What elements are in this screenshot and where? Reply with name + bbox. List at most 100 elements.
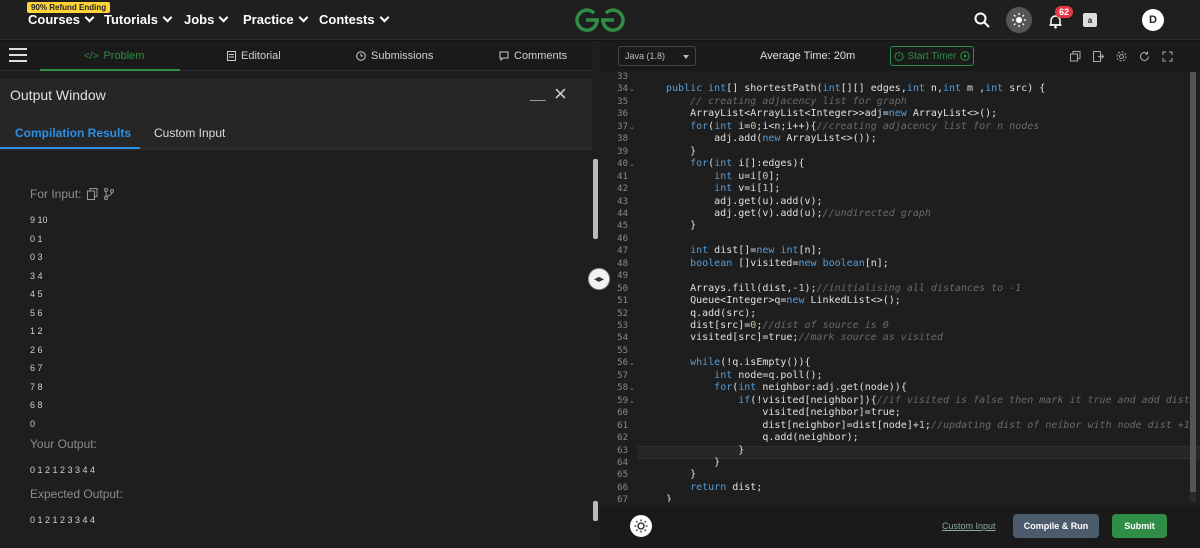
tab-editorial[interactable]: Editorial [227,50,281,62]
nav-jobs[interactable]: Jobs [184,12,229,27]
input-line: 6 7 [30,363,43,373]
line-number: 48 [617,258,628,269]
line-number: 42 [617,184,628,195]
line-number: 65 [617,470,628,481]
branch-icon[interactable] [104,188,115,200]
nav-contests[interactable]: Contests [319,12,390,27]
code-line[interactable]: } [666,220,696,231]
scroll-thumb[interactable] [593,159,598,239]
fold-chevron-icon[interactable]: ⌄ [629,359,635,367]
output-window-title: Output Window [10,87,106,103]
tab-comments[interactable]: Comments [499,50,567,62]
code-line[interactable]: } [666,445,744,456]
nav-courses[interactable]: Courses [28,12,95,27]
translate-icon[interactable]: a [1083,13,1097,27]
for-input-label: For Input: [30,187,82,201]
lightbulb-icon[interactable] [630,515,652,537]
expected-output-value: 0 1 2 1 2 3 3 4 4 [30,515,96,525]
input-line: 1 2 [30,326,43,336]
tab-compilation-results[interactable]: Compilation Results [15,126,131,140]
fold-chevron-icon[interactable]: ⌄ [629,85,635,93]
scroll-thumb[interactable] [593,501,598,521]
start-timer-button[interactable]: Start Timer [890,46,974,66]
code-line[interactable]: for(int neighbor:adj.get(node)){ [666,382,907,393]
code-line[interactable]: int v=i[1]; [666,183,780,194]
close-icon[interactable]: × [554,81,567,107]
input-line: 6 8 [30,400,43,410]
code-line[interactable]: // creating adjacency list for graph [666,96,907,107]
avatar[interactable]: D [1142,9,1164,31]
nav-tutorials[interactable]: Tutorials [104,12,173,27]
custom-input-link[interactable]: Custom Input [942,521,996,531]
scroll-thumb[interactable] [1190,72,1196,492]
code-line[interactable]: boolean []visited=new boolean[n]; [666,258,889,269]
line-number: 66 [617,482,628,493]
line-number: 45 [617,221,628,232]
tab-custom-input[interactable]: Custom Input [154,126,225,140]
export-icon[interactable] [1093,49,1105,62]
fold-chevron-icon[interactable]: ⌄ [629,397,635,405]
tab-problem[interactable]: </> Problem [84,50,144,62]
submit-button[interactable]: Submit [1112,514,1167,538]
nav-practice[interactable]: Practice [243,12,309,27]
reset-icon[interactable] [1139,49,1150,61]
theme-toggle-icon[interactable] [1006,7,1032,33]
copy-icon[interactable] [87,188,98,200]
settings-icon[interactable] [1116,49,1127,62]
line-number: 52 [617,308,628,319]
editor-bottom-bar: Custom Input Compile & Run Submit [600,506,1200,548]
minimize-icon[interactable]: __ [530,85,546,101]
copy-code-icon[interactable] [1070,49,1081,62]
line-number: 43 [617,196,628,207]
code-line[interactable]: public int[] shortestPath(int[][] edges,… [666,83,1045,94]
code-line[interactable]: if(!visited[neighbor]){//if visited is f… [666,395,1190,406]
input-line: 2 6 [30,345,43,355]
code-line[interactable]: dist[src]=0;//dist of source is 0 [666,320,889,331]
start-timer-label: Start Timer [907,50,957,62]
comment-icon [499,51,509,61]
code-line[interactable]: } [666,469,696,480]
code-line[interactable]: for(int i=0;i<n;i++){//creating adjacenc… [666,121,1039,132]
code-line[interactable]: while(!q.isEmpty()){ [666,357,810,368]
code-line[interactable]: adj.get(v).add(u);//undirected graph [666,208,931,219]
editor-scrollbar[interactable] [1190,72,1196,502]
code-line[interactable]: dist[neighbor]=dist[node]+1;//updating d… [666,420,1190,431]
code-line[interactable]: int node=q.poll(); [666,370,822,381]
code-line[interactable]: Queue<Integer>q=new LinkedList<>(); [666,295,901,306]
code-line[interactable]: int dist[]=new int[n]; [666,245,822,256]
fold-chevron-icon[interactable]: ⌄ [629,384,635,392]
line-number: 37 [617,121,628,132]
fold-chevron-icon[interactable]: ⌄ [629,160,635,168]
code-editor[interactable]: 33 34 ⌄ 35 36 37 ⌄ 38 39 40 ⌄ 41 42 43 44 45 46 47 48 49 50 5… [600,72,1200,502]
code-line[interactable]: } [666,457,720,468]
code-line[interactable]: for(int i[]:edges){ [666,158,804,169]
code-line[interactable]: adj.get(u).add(v); [666,196,822,207]
code-line[interactable]: int u=i[0]; [666,171,780,182]
left-panel: </> Problem Editorial Submissions Commen… [0,41,592,548]
code-line[interactable]: q.add(neighbor); [666,432,858,443]
code-line[interactable]: adj.add(new ArrayList<>()); [666,133,877,144]
code-line[interactable]: Arrays.fill(dist,-1);//initialising all … [666,283,1021,294]
code-line[interactable]: } [666,494,672,502]
your-output-value: 0 1 2 1 2 3 3 4 4 [30,465,96,475]
language-select[interactable]: Java (1.8) [618,46,696,66]
fold-chevron-icon[interactable]: ⌄ [629,123,635,131]
code-line[interactable]: } [666,146,696,157]
tab-submissions[interactable]: Submissions [356,50,433,62]
code-line[interactable]: q.add(src); [666,308,756,319]
gfg-logo[interactable] [573,6,627,39]
left-scrollbar[interactable] [592,41,600,548]
compile-run-button[interactable]: Compile & Run [1013,514,1099,538]
code-line[interactable]: ArrayList<ArrayList<Integer>>adj=new Arr… [666,108,997,119]
code-line[interactable]: return dist; [666,482,762,493]
resize-handle-icon[interactable]: ◂▸ [588,268,610,290]
input-line: 5 6 [30,308,43,318]
line-number: 59 [617,395,628,406]
fullscreen-icon[interactable] [1162,49,1173,62]
menu-icon[interactable] [9,48,27,62]
code-line[interactable]: visited[src]=true;//mark source as visit… [666,332,943,343]
search-icon[interactable] [972,10,992,30]
code-line[interactable]: visited[neighbor]=true; [666,407,900,418]
line-number: 34 [617,84,628,95]
active-subtab-indicator [0,147,140,149]
